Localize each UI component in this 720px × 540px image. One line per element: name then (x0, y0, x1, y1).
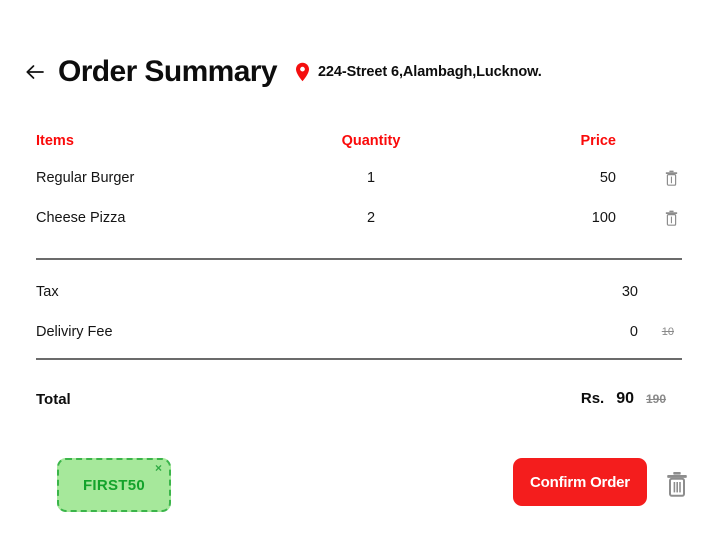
total-values: Rs. 90 190 (581, 390, 682, 408)
fee-label: Tax (36, 284, 59, 300)
fee-value: 30 (436, 284, 682, 300)
total-row: Total Rs. 90 190 (36, 382, 682, 416)
fee-label: Deliviry Fee (36, 324, 113, 340)
confirm-order-label: Confirm Order (530, 473, 630, 491)
column-header-price: Price (580, 133, 616, 149)
item-quantity: 2 (366, 210, 376, 226)
total-amount: 90 (616, 390, 634, 407)
item-price: 100 (591, 210, 616, 226)
clear-cart-button[interactable] (666, 471, 688, 502)
fee-original-amount: 10 (661, 326, 674, 338)
items-table: Items Quantity Price Regular Burger 1 50… (36, 124, 682, 238)
item-price: 50 (599, 170, 616, 186)
remove-item-button[interactable] (660, 210, 682, 226)
fees-section: Tax 30 Deliviry Fee 0 10 (36, 272, 682, 352)
divider-above-total (36, 358, 682, 360)
column-header-quantity: Quantity (341, 133, 401, 149)
close-icon[interactable]: × (155, 462, 162, 474)
item-name: Cheese Pizza (36, 210, 126, 226)
page-header: Order Summary 224-Street 6,Alambagh,Luck… (22, 50, 542, 94)
fee-value: 0 10 (436, 324, 682, 340)
divider-above-fees (36, 258, 682, 260)
table-header-row: Items Quantity Price (36, 124, 682, 158)
page-title: Order Summary (58, 55, 278, 88)
table-row: Regular Burger 1 50 (36, 158, 682, 198)
back-arrow-icon[interactable] (22, 59, 48, 85)
confirm-order-button[interactable]: Confirm Order (513, 458, 647, 506)
total-original-amount: 190 (646, 392, 667, 406)
address-text: 224-Street 6,Alambagh,Lucknow. (317, 64, 542, 80)
fee-amount: 30 (621, 284, 638, 300)
table-row: Cheese Pizza 2 100 (36, 198, 682, 238)
order-summary-page: Order Summary 224-Street 6,Alambagh,Luck… (0, 0, 720, 540)
total-label: Total (36, 390, 71, 408)
item-quantity: 1 (366, 170, 376, 186)
bottom-action-bar: FIRST50 × Confirm Order (0, 455, 720, 515)
applied-coupon-badge[interactable]: FIRST50 × (57, 458, 171, 512)
fee-row-delivery: Deliviry Fee 0 10 (36, 312, 682, 352)
location-pin-icon (295, 62, 310, 82)
delivery-address: 224-Street 6,Alambagh,Lucknow. (295, 62, 542, 82)
fee-amount: 0 (629, 324, 638, 340)
item-name: Regular Burger (36, 170, 135, 186)
currency-label: Rs. (580, 390, 605, 407)
remove-item-button[interactable] (660, 170, 682, 186)
fee-row-tax: Tax 30 (36, 272, 682, 312)
coupon-code: FIRST50 (82, 476, 146, 494)
column-header-items: Items (36, 133, 74, 149)
